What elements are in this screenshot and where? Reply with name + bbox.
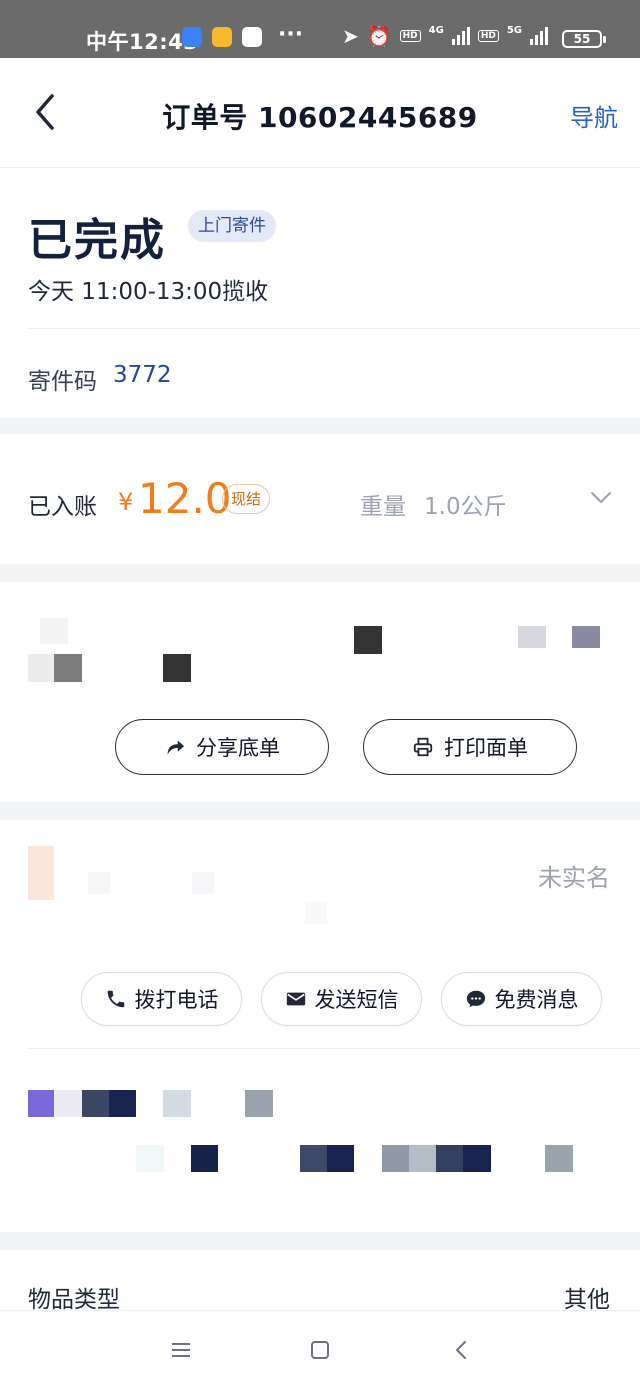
- redacted-block: [28, 846, 54, 900]
- currency-symbol: ¥: [118, 488, 134, 516]
- signal-icon-2: [530, 27, 548, 45]
- order-status-title: 已完成: [28, 215, 166, 266]
- redacted-block: [409, 1145, 436, 1172]
- redacted-block: [191, 1145, 218, 1172]
- redacted-block: [82, 1090, 109, 1117]
- alarm-icon: ⏰: [366, 24, 392, 48]
- status-indicators: ➤ ⏰ HD 4G HD 5G: [342, 24, 596, 48]
- call-label: 拨打电话: [134, 988, 219, 1012]
- free-message-label: 免费消息: [494, 988, 579, 1012]
- print-label-label: 打印面单: [444, 736, 528, 760]
- pickup-time: 今天 11:00-13:00揽收: [28, 279, 269, 305]
- network-5g: 5G: [506, 24, 522, 36]
- redacted-block: [28, 654, 54, 682]
- redacted-block: [300, 1145, 327, 1172]
- realname-status: 未实名: [538, 864, 610, 892]
- redacted-block: [40, 618, 68, 644]
- divider: [28, 328, 640, 329]
- payment-method-tag: 现结: [222, 484, 271, 514]
- battery-icon: 55: [562, 30, 606, 48]
- divider: [28, 1048, 640, 1049]
- order-status-card: 已完成 上门寄件 今天 11:00-13:00揽收 寄件码 3772: [0, 168, 640, 418]
- status-bar: 中午12:43 ··· ➤ ⏰ HD 4G HD 5G 55: [0, 0, 640, 58]
- redacted-block: [382, 1145, 409, 1172]
- printer-icon: [413, 737, 433, 757]
- sms-label: 发送短信: [314, 988, 399, 1012]
- goods-type-label: 物品类型: [28, 1287, 120, 1313]
- hd-badge-2: HD: [477, 30, 499, 42]
- print-label-button[interactable]: 打印面单: [363, 719, 577, 775]
- system-nav-bar: [0, 1310, 640, 1387]
- page-title: 订单号 10602445689: [162, 101, 478, 134]
- redacted-block: [109, 1090, 136, 1117]
- chat-bubble-icon: [466, 990, 485, 1008]
- share-arrow-icon: [167, 740, 185, 755]
- network-4g: 4G: [428, 24, 444, 36]
- goods-type-value: 其他: [564, 1287, 610, 1313]
- pickup-code-value: 3772: [113, 362, 172, 388]
- redacted-block: [54, 1090, 82, 1117]
- pickup-code-label: 寄件码: [28, 369, 97, 395]
- redacted-block: [136, 1145, 164, 1172]
- redacted-block: [463, 1145, 491, 1172]
- phone-icon: [107, 990, 124, 1008]
- payment-status-label: 已入账: [28, 494, 97, 520]
- redacted-block: [54, 654, 82, 682]
- app-notification-icon: [182, 27, 202, 47]
- sms-button[interactable]: 发送短信: [261, 972, 422, 1026]
- redacted-block: [245, 1090, 273, 1117]
- share-receipt-label: 分享底单: [196, 736, 280, 760]
- video-notification-icon: [242, 27, 262, 47]
- location-icon: ➤: [341, 24, 359, 48]
- page-header: 订单号 10602445689 导航: [0, 58, 640, 168]
- weight-label: 重量: [360, 494, 406, 520]
- redacted-block: [572, 626, 600, 648]
- redacted-block: [28, 1090, 54, 1117]
- redacted-block: [327, 1145, 354, 1172]
- payment-amount: 12.0: [138, 474, 232, 523]
- redacted-block: [163, 654, 191, 682]
- redacted-block: [518, 626, 546, 648]
- redacted-block: [192, 872, 214, 894]
- share-receipt-button[interactable]: 分享底单: [115, 719, 329, 775]
- service-type-badge: 上门寄件: [188, 210, 276, 242]
- more-notifications-icon: ···: [278, 22, 304, 47]
- redacted-block: [354, 626, 382, 654]
- redacted-block: [436, 1145, 463, 1172]
- signal-icon: [451, 27, 470, 45]
- goods-type-row: 物品类型 其他: [0, 1250, 640, 1313]
- chevron-down-icon[interactable]: [590, 490, 612, 506]
- weight-value: 1.0公斤: [424, 494, 507, 520]
- notes-notification-icon: [212, 27, 232, 47]
- call-button[interactable]: 拨打电话: [81, 972, 242, 1026]
- payment-card[interactable]: 已入账 ¥ 12.0 现结 重量 1.0公斤: [0, 434, 640, 564]
- hd-badge: HD: [399, 30, 421, 42]
- system-back-icon[interactable]: [447, 1335, 477, 1365]
- free-message-button[interactable]: 免费消息: [441, 972, 602, 1026]
- receiver-card: 未实名 拨打电话 发送短信 免费消息: [0, 820, 640, 1232]
- redacted-block: [88, 872, 110, 894]
- envelope-icon: [286, 992, 305, 1006]
- redacted-block: [545, 1145, 573, 1172]
- sender-card: 分享底单 打印面单: [0, 582, 640, 802]
- home-icon[interactable]: [305, 1335, 335, 1365]
- redacted-block: [305, 902, 327, 924]
- navigation-link[interactable]: 导航: [570, 98, 618, 133]
- menu-icon[interactable]: [166, 1335, 196, 1365]
- redacted-block: [163, 1090, 191, 1117]
